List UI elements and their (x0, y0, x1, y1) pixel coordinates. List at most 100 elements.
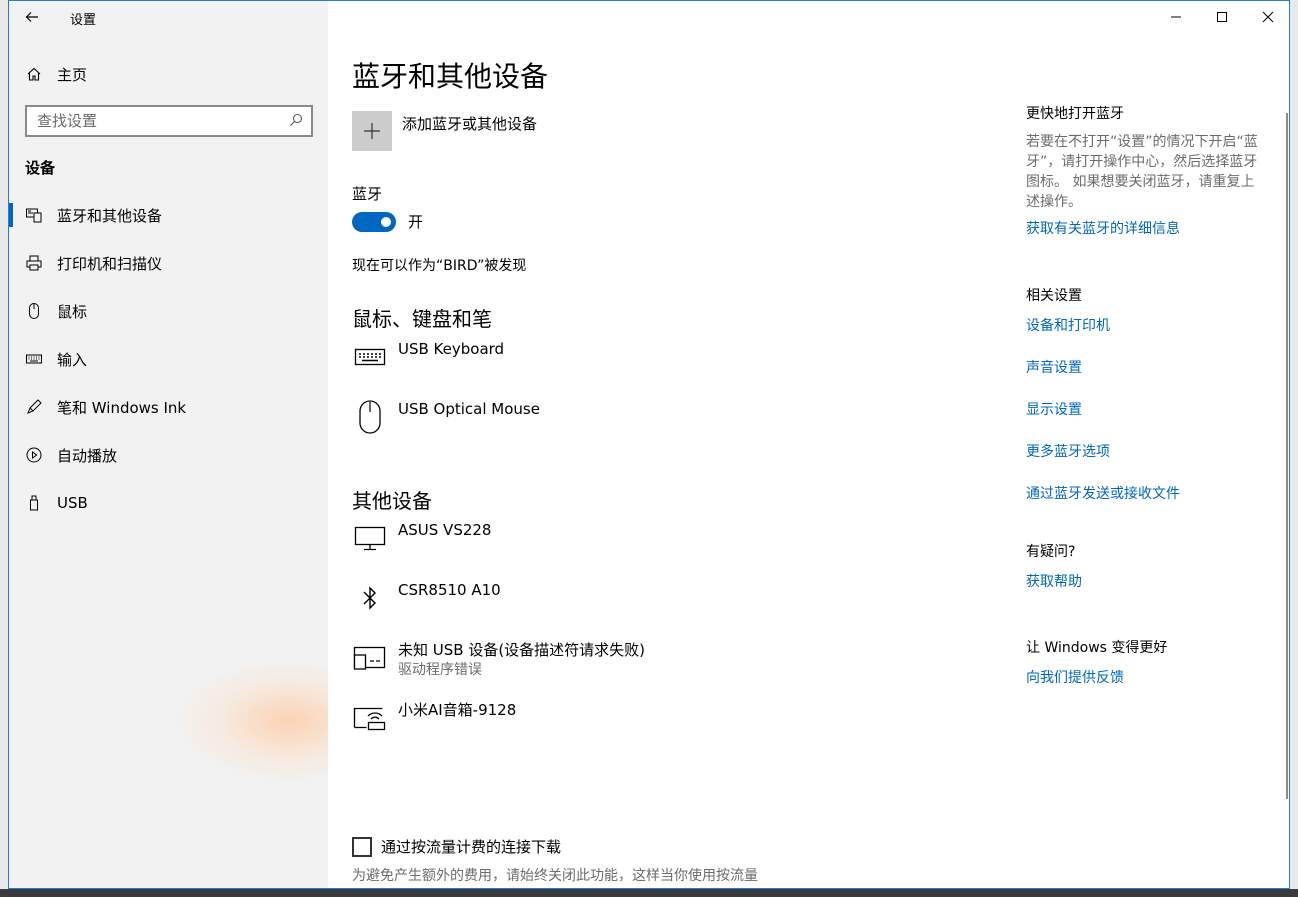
maximize-button[interactable] (1199, 1, 1245, 33)
device-name: 未知 USB 设备(设备描述符请求失败) (398, 641, 646, 659)
sidebar-nav: 蓝牙和其他设备 打印机和扫描仪 鼠标 输入 笔和 Windows Ink 自动播… (9, 191, 328, 527)
back-button[interactable] (21, 7, 43, 27)
bluetooth-label: 蓝牙 (352, 185, 383, 203)
titlebar-left: 设置 (9, 1, 328, 33)
bluetooth-icon (352, 580, 388, 616)
device-name: ASUS VS228 (398, 521, 492, 539)
minimize-icon (1171, 16, 1181, 18)
metered-description: 为避免产生额外的费用，请始终关闭此功能，这样当你使用按流量 (352, 868, 758, 884)
device-xiaomi-speaker[interactable]: 小米AI音箱-9128 (352, 700, 516, 736)
get-help-link[interactable]: 获取帮助 (1026, 571, 1082, 591)
pen-icon (25, 398, 43, 416)
toggle-knob (381, 216, 391, 227)
home-icon (25, 65, 43, 83)
monitor-icon (352, 520, 388, 556)
bluetooth-toggle[interactable] (352, 211, 396, 232)
bluetooth-state: 开 (408, 213, 424, 231)
bluetooth-toggle-row: 开 (352, 211, 423, 232)
quick-bluetooth-title: 更快地打开蓝牙 (1026, 106, 1124, 122)
sidebar-item-usb[interactable]: USB (9, 479, 328, 527)
sidebar-home[interactable]: 主页 (25, 63, 87, 85)
background-strip-right (1290, 0, 1298, 897)
close-button[interactable] (1245, 1, 1289, 33)
sidebar-item-pen[interactable]: 笔和 Windows Ink (9, 383, 328, 431)
search-input[interactable] (27, 107, 277, 135)
scrollbar[interactable] (1286, 113, 1288, 799)
device-name: USB Optical Mouse (398, 400, 540, 418)
bluetooth-devices-icon (25, 206, 43, 224)
sidebar-item-label: 蓝牙和其他设备 (57, 206, 163, 225)
related-settings-title: 相关设置 (1026, 288, 1082, 304)
group-title-input-devices: 鼠标、键盘和笔 (352, 307, 492, 331)
sidebar-item-label: 鼠标 (57, 302, 88, 321)
sidebar-item-label: USB (57, 494, 88, 512)
sidebar-item-label: 自动播放 (57, 446, 118, 465)
add-device-button[interactable] (352, 111, 392, 151)
home-label: 主页 (57, 65, 88, 84)
device-usb-mouse[interactable]: USB Optical Mouse (352, 399, 540, 435)
background-strip-left (0, 0, 8, 897)
mouse-icon (25, 302, 43, 320)
help-title: 有疑问? (1026, 544, 1076, 560)
sidebar-item-typing[interactable]: 输入 (9, 335, 328, 383)
section-label-devices: 设备 (25, 159, 56, 177)
window-controls (1153, 1, 1289, 33)
minimize-button[interactable] (1153, 1, 1199, 33)
unknown-device-icon (352, 640, 388, 676)
display-settings-link[interactable]: 显示设置 (1026, 399, 1180, 419)
sidebar-item-autoplay[interactable]: 自动播放 (9, 431, 328, 479)
sidebar-item-printers[interactable]: 打印机和扫描仪 (9, 239, 328, 287)
mouse-icon (352, 399, 388, 435)
device-csr8510[interactable]: CSR8510 A10 (352, 580, 501, 616)
search-box[interactable] (25, 105, 313, 137)
quick-bluetooth-text: 若要在不打开“设置”的情况下开启“蓝牙”，请打开操作中心，然后选择蓝牙图标。 如… (1026, 134, 1258, 210)
sidebar-glow (179, 661, 328, 781)
app-title: 设置 (70, 13, 97, 28)
bluetooth-info-link[interactable]: 获取有关蓝牙的详细信息 (1026, 218, 1266, 238)
keyboard-icon (25, 350, 43, 368)
settings-window: 设置 主页 设备 蓝牙和其他设备 (8, 0, 1290, 889)
device-status: 驱动程序错误 (398, 662, 482, 678)
metered-download-row[interactable]: 通过按流量计费的连接下载 (352, 836, 561, 857)
taskbar-edge (0, 889, 1298, 897)
active-indicator (9, 203, 13, 227)
search-icon[interactable] (289, 113, 303, 127)
main-content: 蓝牙和其他设备 添加蓝牙或其他设备 蓝牙 开 现在可以作为“BIRD”被发现 鼠… (328, 1, 1289, 888)
sidebar-item-mouse[interactable]: 鼠标 (9, 287, 328, 335)
improve-windows-title: 让 Windows 变得更好 (1026, 640, 1168, 656)
keyboard-icon (352, 339, 388, 375)
printer-icon (25, 254, 43, 272)
close-icon (1262, 11, 1274, 23)
feedback-section: 让 Windows 变得更好 向我们提供反馈 (1026, 637, 1167, 687)
device-name: CSR8510 A10 (398, 581, 501, 599)
sidebar-item-label: 打印机和扫描仪 (57, 254, 163, 273)
sidebar-item-label: 输入 (57, 350, 88, 369)
plus-icon (364, 123, 380, 139)
device-usb-keyboard[interactable]: USB Keyboard (352, 339, 504, 375)
metered-label: 通过按流量计费的连接下载 (381, 838, 562, 856)
quick-bluetooth-section: 更快地打开蓝牙 若要在不打开“设置”的情况下开启“蓝牙”，请打开操作中心，然后选… (1026, 103, 1266, 238)
devices-printers-link[interactable]: 设备和打印机 (1026, 315, 1180, 335)
page-title: 蓝牙和其他设备 (352, 60, 549, 93)
device-name: 小米AI音箱-9128 (398, 701, 517, 719)
device-name: USB Keyboard (398, 340, 505, 358)
feedback-link[interactable]: 向我们提供反馈 (1026, 667, 1167, 687)
help-section: 有疑问? 获取帮助 (1026, 541, 1082, 591)
sound-settings-link[interactable]: 声音设置 (1026, 357, 1180, 377)
discoverable-text: 现在可以作为“BIRD”被发现 (352, 258, 527, 274)
sidebar: 设置 主页 设备 蓝牙和其他设备 (9, 1, 328, 888)
add-device-row[interactable]: 添加蓝牙或其他设备 (352, 111, 537, 151)
related-settings-section: 相关设置 设备和打印机 声音设置 显示设置 更多蓝牙选项 通过蓝牙发送或接收文件 (1026, 285, 1180, 503)
more-bluetooth-options-link[interactable]: 更多蓝牙选项 (1026, 441, 1180, 461)
add-device-label[interactable]: 添加蓝牙或其他设备 (402, 113, 537, 151)
group-title-other-devices: 其他设备 (352, 489, 432, 513)
maximize-icon (1217, 12, 1227, 22)
usb-icon (25, 494, 43, 512)
sidebar-item-bluetooth[interactable]: 蓝牙和其他设备 (9, 191, 328, 239)
device-asus-monitor[interactable]: ASUS VS228 (352, 520, 491, 556)
device-unknown-usb[interactable]: 未知 USB 设备(设备描述符请求失败) 驱动程序错误 (352, 640, 645, 680)
autoplay-icon (25, 446, 43, 464)
metered-checkbox[interactable] (352, 836, 372, 857)
sidebar-item-label: 笔和 Windows Ink (57, 398, 187, 417)
send-receive-files-link[interactable]: 通过蓝牙发送或接收文件 (1026, 483, 1180, 503)
